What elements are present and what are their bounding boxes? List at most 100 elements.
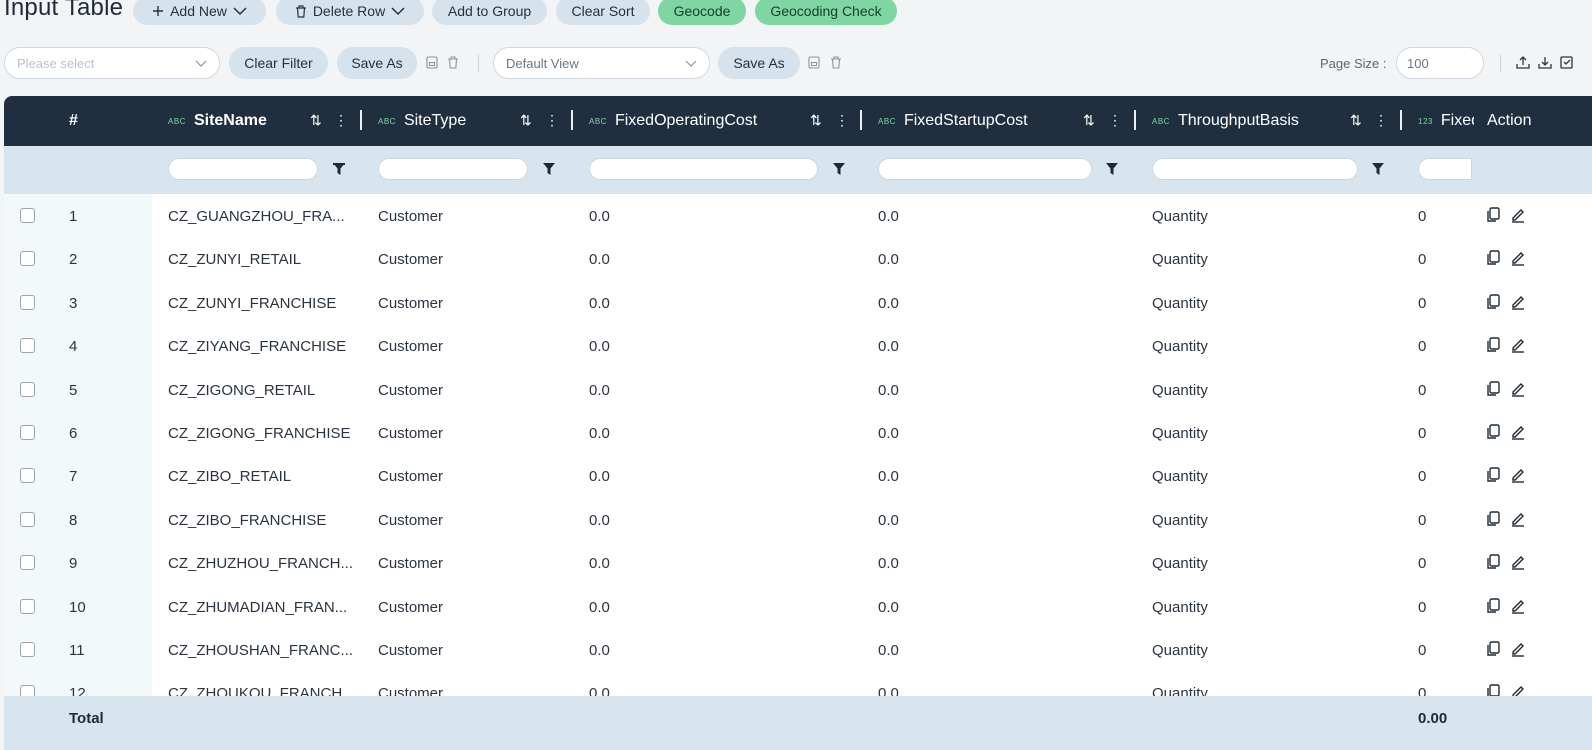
edit-icon[interactable] xyxy=(1510,424,1526,444)
copy-icon[interactable] xyxy=(1486,207,1500,227)
trash-icon[interactable] xyxy=(447,56,459,69)
fixed-filter-input[interactable] xyxy=(1418,158,1472,180)
save-icon[interactable] xyxy=(426,56,438,69)
table-row[interactable]: 1 CZ_GUANGZHOU_FRA... Customer 0.0 0.0 Quanti… xyxy=(4,194,1592,237)
row-checkbox[interactable] xyxy=(20,555,35,571)
page-size-input[interactable]: 100 xyxy=(1396,47,1484,79)
table-row[interactable]: 2 CZ_ZUNYI_RETAIL Customer 0.0 0.0 Quantity 0 xyxy=(4,237,1592,280)
fixedoperatingcost-filter-input[interactable] xyxy=(589,158,818,180)
geocoding-check-button[interactable]: Geocoding Check xyxy=(755,0,897,25)
column-resize-handle[interactable] xyxy=(571,110,573,130)
clear-filter-button[interactable]: Clear Filter xyxy=(229,47,328,79)
sort-icon[interactable]: ⇅ xyxy=(310,112,322,129)
table-row[interactable]: 8 CZ_ZIBO_FRANCHISE Customer 0.0 0.0 Quantity… xyxy=(4,498,1592,541)
row-checkbox[interactable] xyxy=(20,208,35,223)
row-checkbox[interactable] xyxy=(20,642,35,657)
row-checkbox[interactable] xyxy=(20,598,35,614)
copy-icon[interactable] xyxy=(1486,337,1500,357)
add-to-group-button[interactable]: Add to Group xyxy=(432,0,547,25)
sort-icon[interactable]: ⇅ xyxy=(1083,112,1095,129)
edit-icon[interactable] xyxy=(1510,250,1526,270)
header-sitename[interactable]: ABC SiteName xyxy=(168,96,267,146)
filter-icon[interactable] xyxy=(833,163,845,175)
more-vertical-icon[interactable]: ⋮ xyxy=(1108,112,1122,129)
row-checkbox[interactable] xyxy=(20,338,35,354)
delete-row-button[interactable]: Delete Row xyxy=(276,0,424,25)
more-vertical-icon[interactable]: ⋮ xyxy=(1374,112,1388,129)
header-fixedoperatingcost[interactable]: ABC FixedOperatingCost xyxy=(589,96,757,146)
clear-sort-button[interactable]: Clear Sort xyxy=(556,0,650,25)
edit-icon[interactable] xyxy=(1510,207,1526,227)
table-row[interactable]: 6 CZ_ZIGONG_FRANCHISE Customer 0.0 0.0 Quanti… xyxy=(4,411,1592,454)
copy-icon[interactable] xyxy=(1486,684,1500,696)
table-row[interactable]: 5 CZ_ZIGONG_RETAIL Customer 0.0 0.0 Quantity 0 xyxy=(4,368,1592,411)
table-row[interactable]: 12 CZ_ZHOUKOU_FRANCH... Customer 0.0 0.0 Quan… xyxy=(4,671,1592,696)
download-icon[interactable] xyxy=(1538,56,1552,69)
row-checkbox[interactable] xyxy=(20,425,35,440)
row-checkbox[interactable] xyxy=(20,468,35,484)
edit-icon[interactable] xyxy=(1510,598,1526,618)
header-throughputbasis[interactable]: ABC ThroughputBasis xyxy=(1152,96,1299,146)
filter-select[interactable]: Please select xyxy=(4,47,220,79)
throughputbasis-filter-input[interactable] xyxy=(1152,158,1358,180)
sort-icon[interactable]: ⇅ xyxy=(520,112,532,129)
sitename-filter-input[interactable] xyxy=(168,158,318,180)
copy-icon[interactable] xyxy=(1486,597,1500,618)
column-resize-handle[interactable] xyxy=(1134,110,1136,130)
sort-icon[interactable]: ⇅ xyxy=(1350,112,1362,129)
header-fixed[interactable]: 123 Fixed xyxy=(1418,96,1474,146)
copy-icon[interactable] xyxy=(1486,554,1500,574)
edit-icon[interactable] xyxy=(1510,381,1526,401)
row-checkbox[interactable] xyxy=(20,294,35,310)
edit-icon[interactable] xyxy=(1510,641,1526,661)
copy-icon[interactable] xyxy=(1486,641,1500,661)
column-resize-handle[interactable] xyxy=(1400,110,1402,130)
more-vertical-icon[interactable]: ⋮ xyxy=(545,112,559,129)
copy-icon[interactable] xyxy=(1486,380,1500,401)
save-as-filter-button[interactable]: Save As xyxy=(337,47,417,79)
table-row[interactable]: 4 CZ_ZIYANG_FRANCHISE Customer 0.0 0.0 Quanti… xyxy=(4,324,1592,367)
upload-icon[interactable] xyxy=(1516,56,1530,69)
fixedstartupcost-filter-input[interactable] xyxy=(878,158,1092,180)
table-row[interactable]: 9 CZ_ZHUZHOU_FRANCH... Customer 0.0 0.0 Quant… xyxy=(4,541,1592,584)
cell-fixed: 0 xyxy=(1418,685,1427,696)
table-row[interactable]: 7 CZ_ZIBO_RETAIL Customer 0.0 0.0 Quantity 0 xyxy=(4,454,1592,497)
copy-icon[interactable] xyxy=(1486,467,1500,487)
sort-icon[interactable]: ⇅ xyxy=(810,112,822,129)
view-select[interactable]: Default View xyxy=(493,47,710,79)
filter-icon[interactable] xyxy=(1372,163,1384,175)
more-vertical-icon[interactable]: ⋮ xyxy=(835,112,849,129)
row-checkbox[interactable] xyxy=(20,381,35,397)
edit-icon[interactable] xyxy=(1510,511,1526,531)
column-resize-handle[interactable] xyxy=(360,110,362,130)
edit-icon[interactable] xyxy=(1510,467,1526,487)
edit-icon[interactable] xyxy=(1510,294,1526,314)
sitetype-filter-input[interactable] xyxy=(378,158,528,180)
table-row[interactable]: 3 CZ_ZUNYI_FRANCHISE Customer 0.0 0.0 Quantit… xyxy=(4,281,1592,324)
filter-icon[interactable] xyxy=(1106,163,1118,175)
export-icon[interactable] xyxy=(1560,56,1574,69)
copy-icon[interactable] xyxy=(1486,511,1500,531)
add-new-button[interactable]: Add New xyxy=(133,0,266,25)
trash-icon[interactable] xyxy=(830,56,842,69)
save-icon[interactable] xyxy=(808,56,820,69)
row-checkbox[interactable] xyxy=(20,685,35,696)
copy-icon[interactable] xyxy=(1486,294,1500,314)
save-as-view-button[interactable]: Save As xyxy=(718,47,800,79)
header-fixedstartupcost[interactable]: ABC FixedStartupCost xyxy=(878,96,1028,146)
row-checkbox[interactable] xyxy=(20,511,35,527)
edit-icon[interactable] xyxy=(1510,684,1526,696)
edit-icon[interactable] xyxy=(1510,337,1526,357)
table-row[interactable]: 11 CZ_ZHOUSHAN_FRANC... Customer 0.0 0.0 Quan… xyxy=(4,628,1592,671)
copy-icon[interactable] xyxy=(1486,250,1500,270)
header-sitetype[interactable]: ABC SiteType xyxy=(378,96,466,146)
row-checkbox[interactable] xyxy=(20,251,35,267)
table-row[interactable]: 10 CZ_ZHUMADIAN_FRAN... Customer 0.0 0.0 Quan… xyxy=(4,585,1592,628)
filter-icon[interactable] xyxy=(333,163,345,175)
geocode-button[interactable]: Geocode xyxy=(658,0,746,25)
more-vertical-icon[interactable]: ⋮ xyxy=(334,112,348,129)
filter-icon[interactable] xyxy=(543,163,555,175)
copy-icon[interactable] xyxy=(1486,424,1500,444)
edit-icon[interactable] xyxy=(1510,554,1526,574)
column-resize-handle[interactable] xyxy=(860,110,862,130)
